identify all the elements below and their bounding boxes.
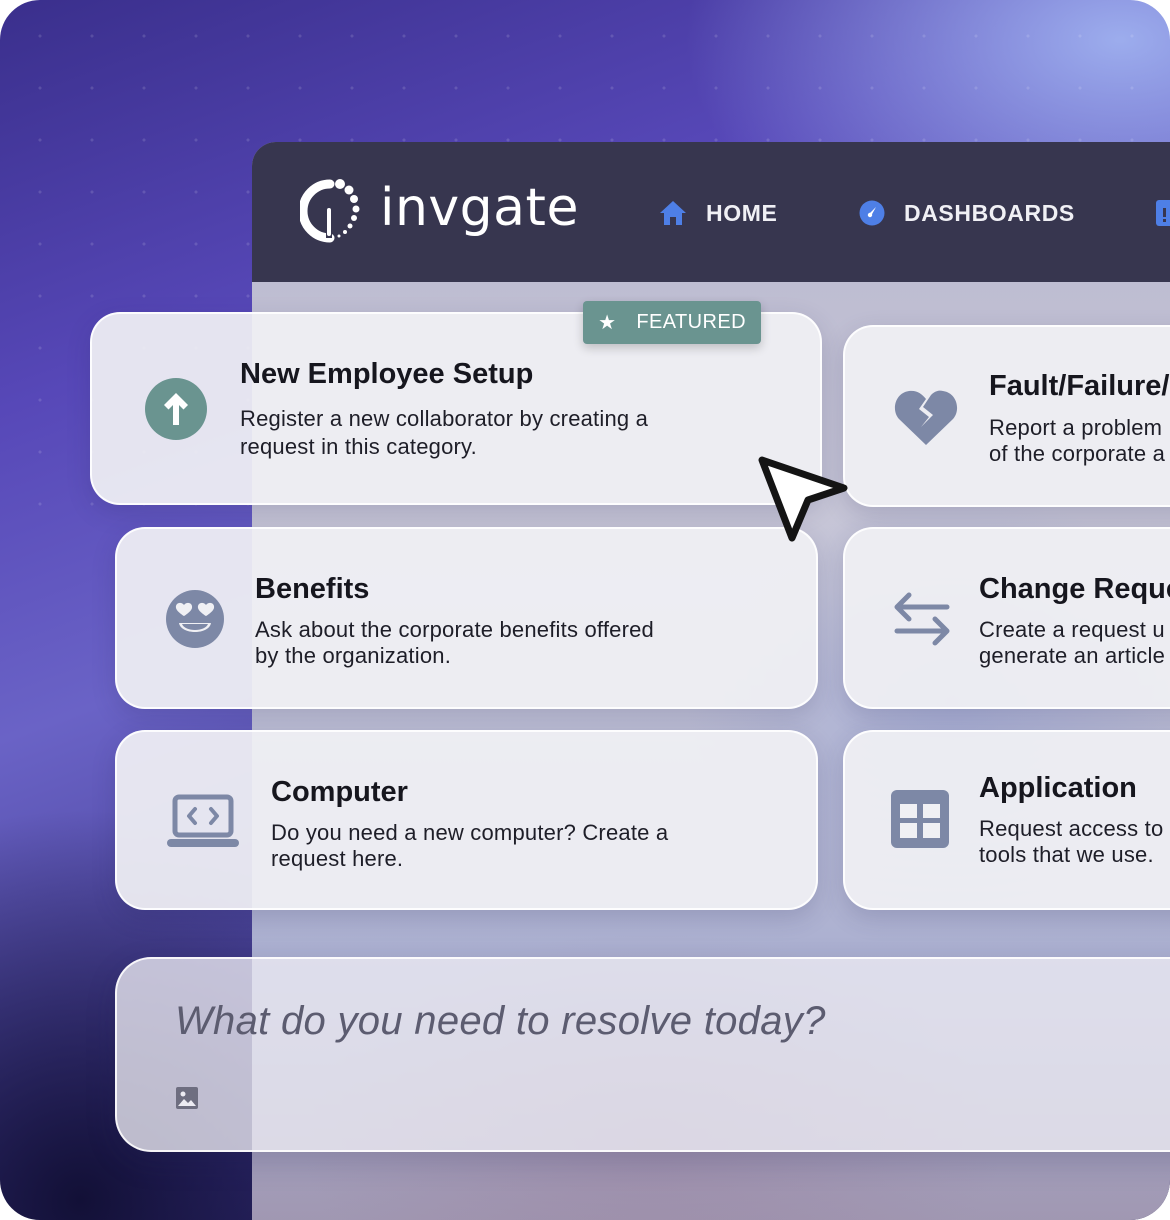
card-description-line2: of the corporate a <box>989 441 1166 466</box>
featured-badge: ★ FEATURED <box>583 301 761 344</box>
card-title: New Employee Setup <box>240 358 534 390</box>
category-card-change-request[interactable]: Change Reque Create a request u generate… <box>843 527 1170 709</box>
card-description-line1: Report a problem <box>989 415 1163 440</box>
laptop-code-icon <box>167 794 239 847</box>
mouse-cursor-icon <box>758 456 848 542</box>
grid-app-icon <box>891 790 949 848</box>
card-title: Computer <box>271 776 408 808</box>
heart-eyes-emoji-icon <box>166 590 224 648</box>
card-title: Application <box>979 772 1137 804</box>
clipboard-icon[interactable] <box>1154 200 1170 226</box>
search-box[interactable]: What do you need to resolve today? <box>115 957 1170 1152</box>
category-card-application[interactable]: Application Request access to tools that… <box>843 730 1170 910</box>
card-description-line2: request here. <box>271 846 404 871</box>
card-title: Benefits <box>255 573 370 605</box>
top-navigation-bar: invgate HOME DASHBOARDS <box>252 142 1170 282</box>
star-icon: ★ <box>598 312 617 334</box>
dashboard-gauge-icon <box>859 200 885 226</box>
nav-dashboards-label: DASHBOARDS <box>904 199 1075 226</box>
card-description-line2: generate an article <box>979 643 1166 668</box>
home-icon <box>660 201 686 225</box>
category-card-computer[interactable]: Computer Do you need a new computer? Cre… <box>115 730 818 910</box>
category-card-fault-failure[interactable]: Fault/Failure/ Report a problem of the c… <box>843 325 1170 507</box>
card-title: Change Reque <box>979 573 1170 605</box>
card-title: Fault/Failure/ <box>989 370 1170 402</box>
search-placeholder[interactable]: What do you need to resolve today? <box>175 999 826 1044</box>
swap-arrows-icon <box>894 592 950 646</box>
card-description-line2: tools that we use. <box>979 842 1154 867</box>
arrow-up-circle-icon <box>145 378 207 440</box>
card-description-line1: Ask about the corporate benefits offered <box>255 617 654 642</box>
nav-home-label: HOME <box>706 199 778 226</box>
card-description-line1: Request access to <box>979 816 1164 841</box>
card-description-line1: Create a request u <box>979 617 1165 642</box>
background-stage: invgate HOME DASHBOARDS New Employee Set… <box>0 0 1170 1220</box>
nav-dashboards[interactable]: DASHBOARDS <box>858 198 1075 228</box>
image-attach-icon[interactable] <box>175 1086 199 1110</box>
card-description-line1: Register a new collaborator by creating … <box>240 406 649 431</box>
card-description-line2: request in this category. <box>240 434 477 459</box>
category-card-benefits[interactable]: Benefits Ask about the corporate benefit… <box>115 527 818 709</box>
brand-name: invgate <box>380 178 579 238</box>
invgate-logo-icon <box>300 179 360 243</box>
card-description-line2: by the organization. <box>255 643 452 668</box>
featured-label: FEATURED <box>636 311 746 333</box>
nav-home[interactable]: HOME <box>658 198 777 228</box>
card-description-line1: Do you need a new computer? Create a <box>271 820 669 845</box>
broken-heart-icon <box>894 390 958 445</box>
